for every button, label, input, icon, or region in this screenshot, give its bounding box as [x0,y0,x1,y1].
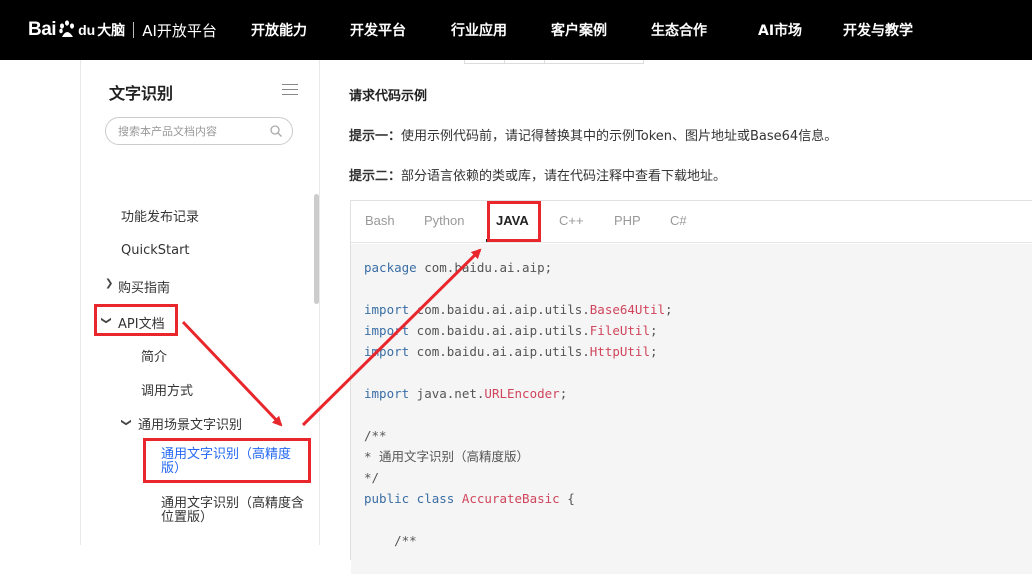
arrow-api-to-item [181,320,283,427]
annotation-arrows [181,248,482,427]
arrow-item-to-java [301,248,482,427]
